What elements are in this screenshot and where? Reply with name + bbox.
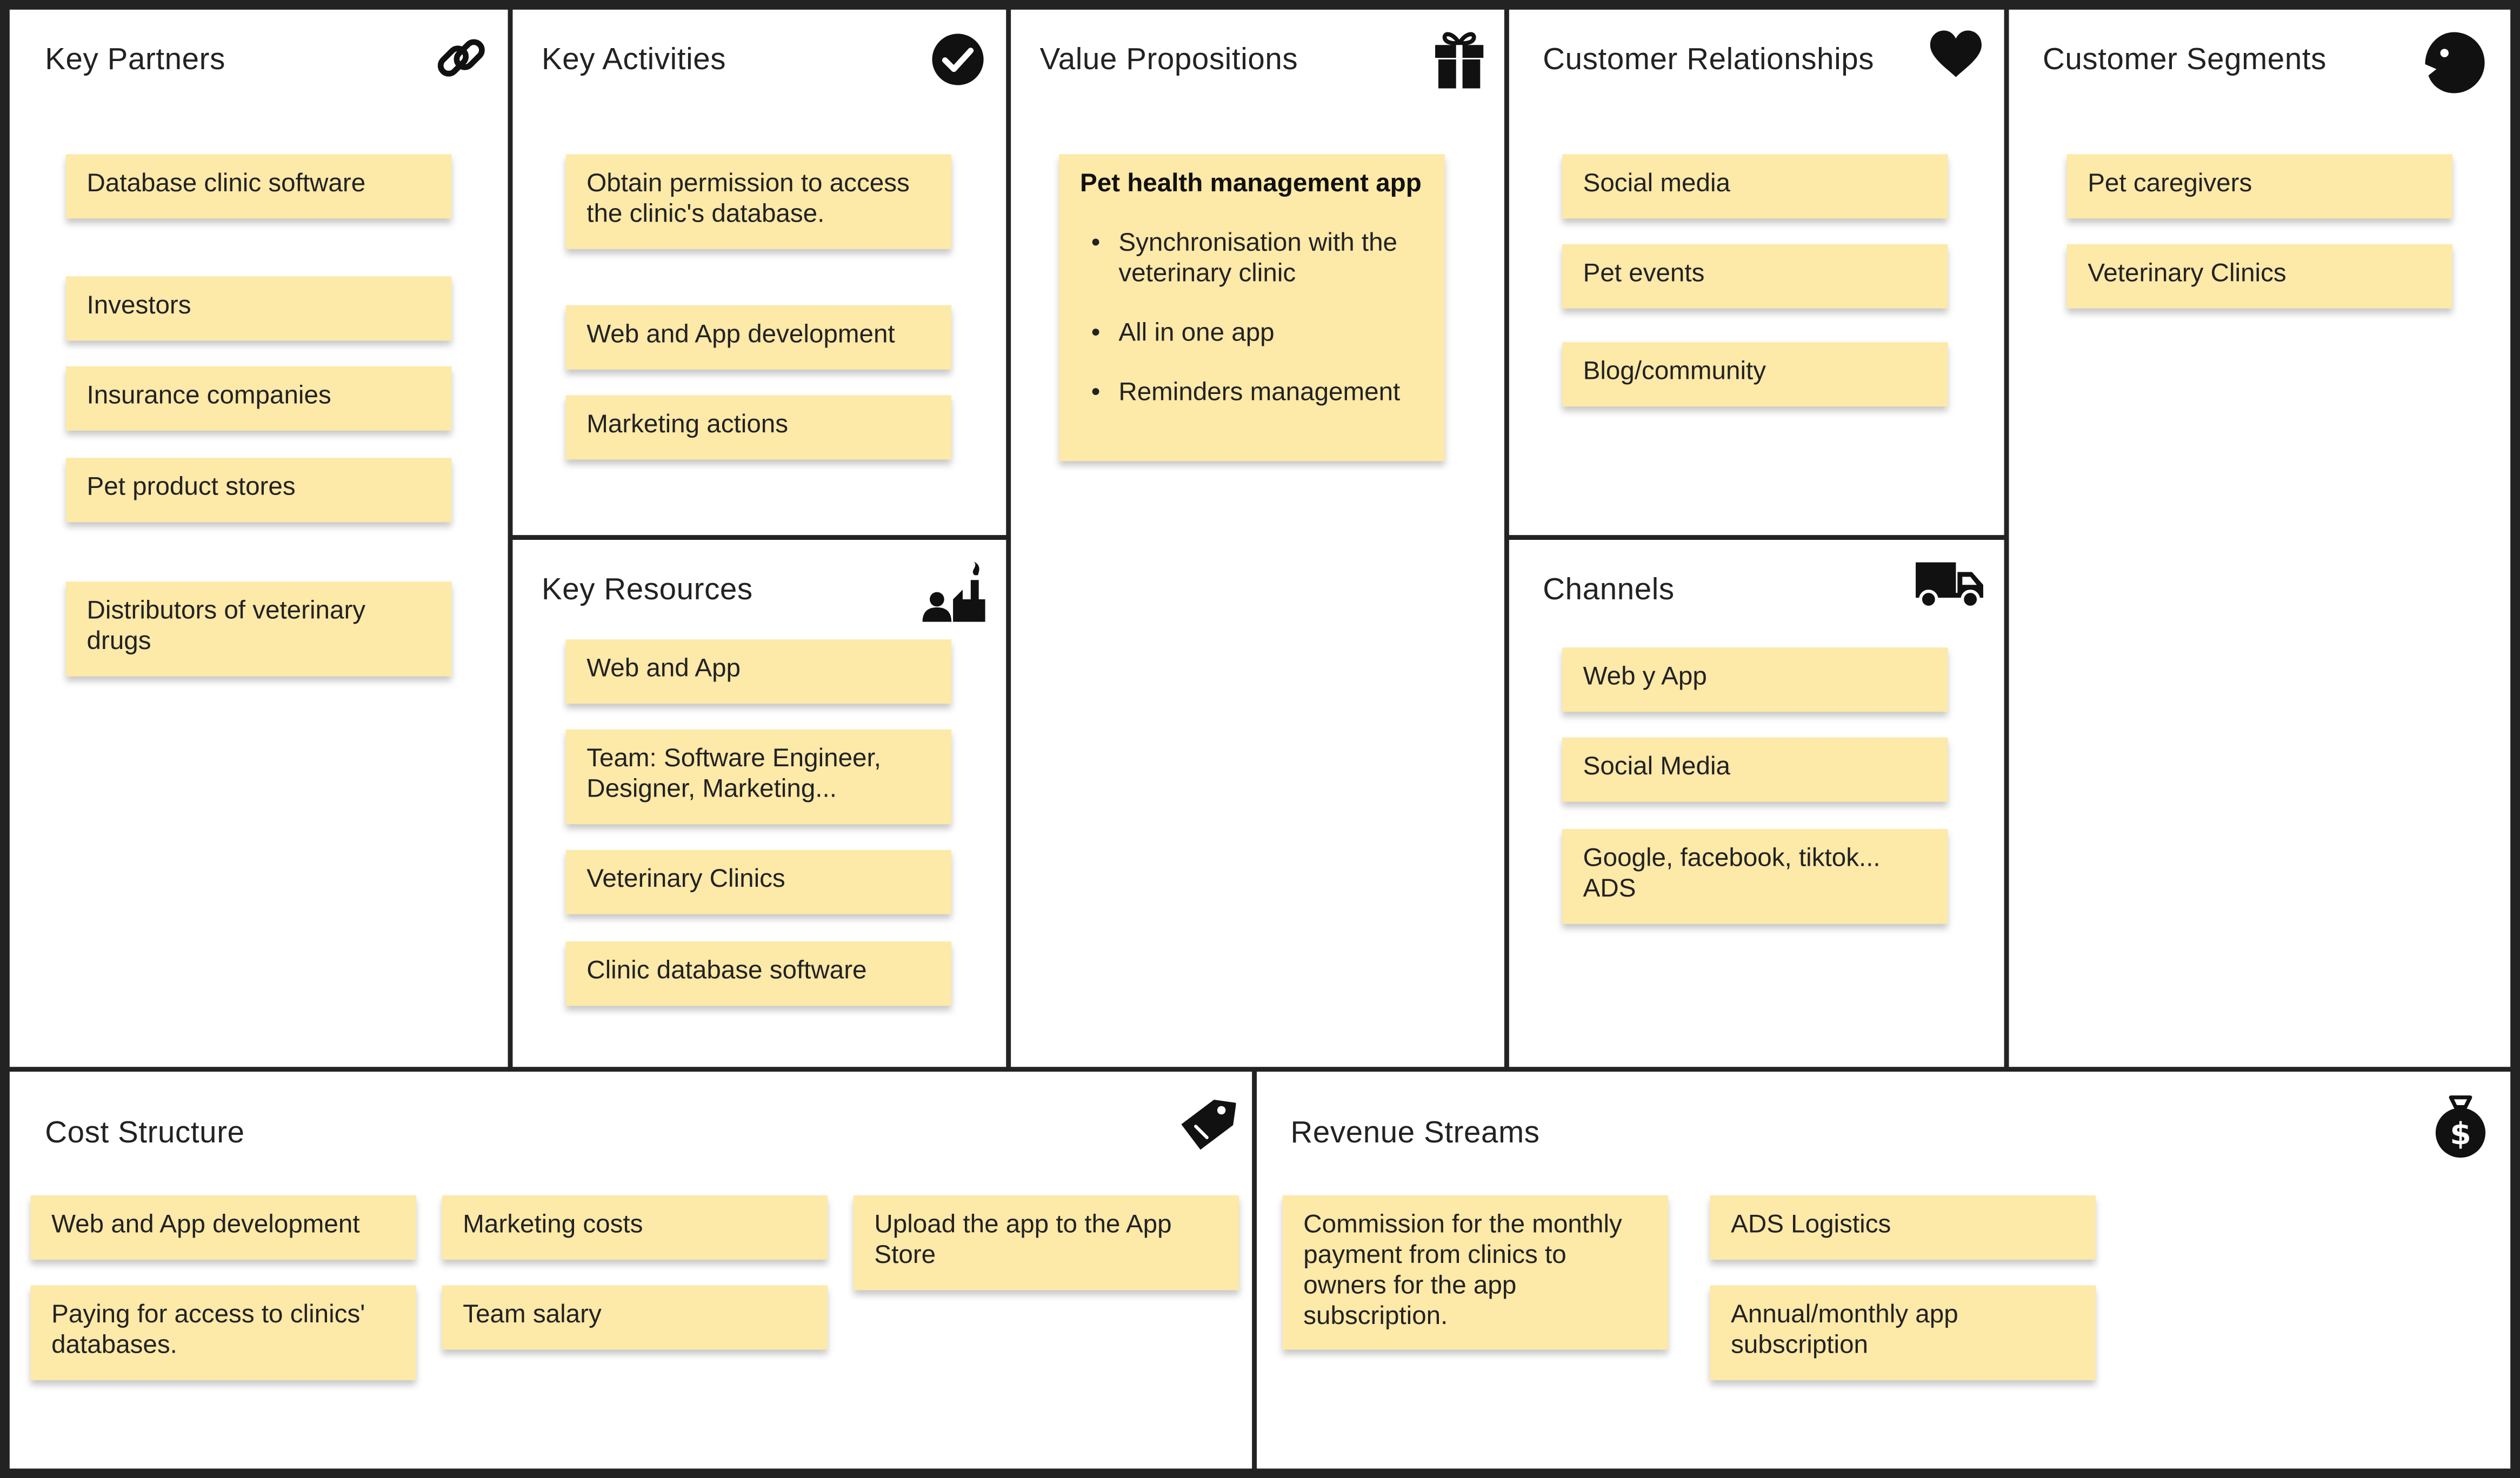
list-item: All in one app <box>1080 318 1425 349</box>
sticky-note[interactable]: Annual/monthly app subscription <box>1710 1285 2096 1380</box>
sticky-note[interactable]: Veterinary Clinics <box>2066 244 2453 309</box>
sticky-note[interactable]: Upload the app to the App Store <box>853 1195 1239 1290</box>
block-title: Key Resources <box>541 573 753 607</box>
sticky-note[interactable]: Clinic database software <box>565 941 952 1006</box>
block-title: Customer Relationships <box>1543 43 1875 77</box>
sticky-note[interactable]: Obtain permission to access the clinic's… <box>565 154 952 249</box>
gift-icon <box>1434 29 1485 90</box>
sticky-note[interactable]: Social media <box>1562 154 1948 219</box>
sticky-note[interactable]: Distributors of veterinary drugs <box>65 581 452 677</box>
sticky-note[interactable]: Insurance companies <box>65 366 452 431</box>
block-title: Revenue Streams <box>1290 1116 1540 1151</box>
sticky-note[interactable]: Web y App <box>1562 647 1948 712</box>
truck-icon <box>1914 561 1985 609</box>
block-title: Value Propositions <box>1039 43 1298 77</box>
link-icon <box>434 30 489 85</box>
sticky-note[interactable]: Pet events <box>1562 244 1948 309</box>
sticky-note[interactable]: Team: Software Engineer, Designer, Marke… <box>565 729 952 825</box>
svg-text:$: $ <box>2450 1116 2471 1152</box>
sticky-note-value-proposition[interactable]: Pet health management app Synchronisatio… <box>1059 154 1445 462</box>
sticky-note[interactable]: Blog/community <box>1562 342 1948 407</box>
sticky-note[interactable]: Marketing actions <box>565 395 952 460</box>
divider <box>8 1067 2512 1072</box>
checkmark-icon <box>930 32 985 86</box>
block-title: Customer Segments <box>2042 43 2327 77</box>
money-bag-icon: $ <box>2433 1094 2488 1159</box>
block-title: Channels <box>1543 573 1675 607</box>
note-heading: Pet health management app <box>1079 170 1422 198</box>
sticky-note[interactable]: Web and App development <box>30 1195 417 1260</box>
sticky-note[interactable]: Pet caregivers <box>2066 154 2453 219</box>
list-item: Synchronisation with the veterinary clin… <box>1080 228 1425 289</box>
divider <box>509 535 1010 540</box>
sticky-note[interactable]: Paying for access to clinics' databases. <box>30 1285 417 1380</box>
factory-icon <box>919 561 987 625</box>
sticky-note[interactable]: Veterinary Clinics <box>565 850 952 914</box>
note-bullet-list: Synchronisation with the veterinary clin… <box>1080 228 1425 408</box>
sticky-note[interactable]: Database clinic software <box>65 154 452 219</box>
sticky-note[interactable]: Web and App development <box>565 305 952 370</box>
sticky-note[interactable]: Pet product stores <box>65 458 452 523</box>
block-title: Key Activities <box>541 43 726 77</box>
sticky-note[interactable]: Investors <box>65 276 452 341</box>
sticky-note[interactable]: Commission for the monthly payment from … <box>1282 1195 1669 1350</box>
sticky-note[interactable]: Marketing costs <box>442 1195 828 1260</box>
sticky-note[interactable]: ADS Logistics <box>1710 1195 2096 1260</box>
block-title: Key Partners <box>45 43 225 77</box>
list-item: Reminders management <box>1080 378 1425 408</box>
sticky-note[interactable]: Team salary <box>442 1285 828 1350</box>
sticky-note[interactable]: Web and App <box>565 639 952 704</box>
business-model-canvas: Key Partners Database clinic software In… <box>0 0 2520 1478</box>
sticky-note[interactable]: Google, facebook, tiktok... ADS <box>1562 829 1948 924</box>
sticky-note[interactable]: Social Media <box>1562 737 1948 802</box>
divider <box>1505 535 2006 540</box>
price-tag-icon <box>1178 1098 1236 1155</box>
face-icon <box>2421 30 2488 95</box>
heart-icon <box>1929 29 1983 81</box>
block-title: Cost Structure <box>45 1116 245 1151</box>
divider <box>1252 1068 1257 1470</box>
